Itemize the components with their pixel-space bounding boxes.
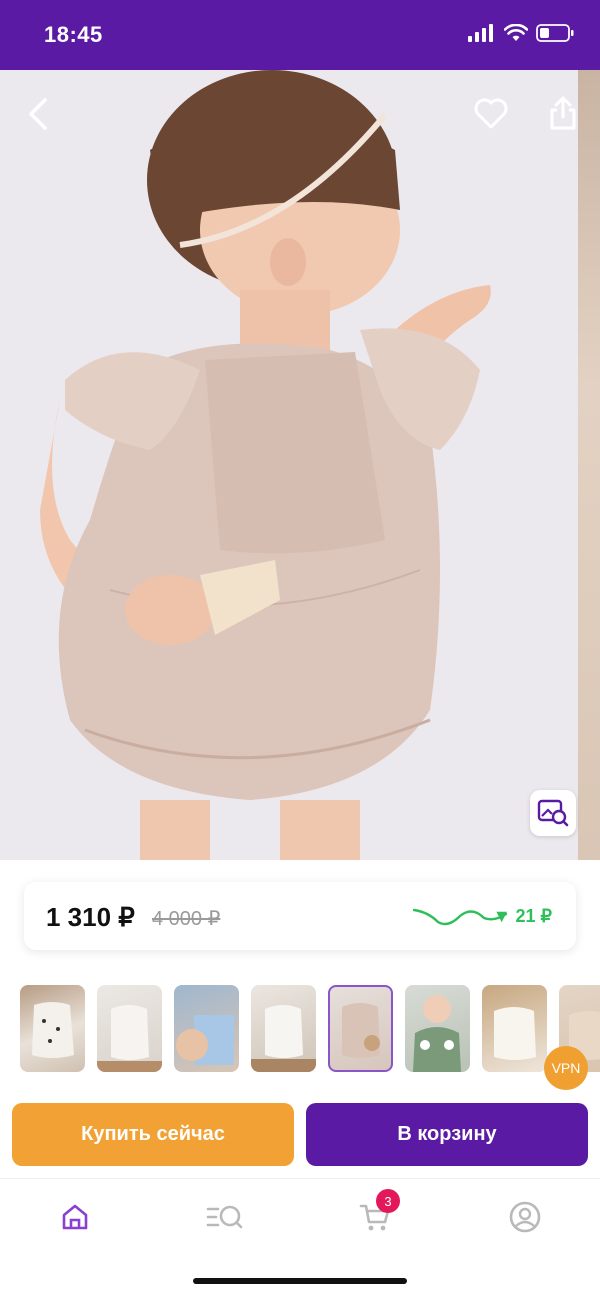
status-icons bbox=[468, 24, 574, 42]
nav-profile[interactable] bbox=[500, 1195, 550, 1239]
chevron-left-icon bbox=[29, 98, 47, 130]
signal-icon bbox=[468, 24, 493, 42]
back-button[interactable] bbox=[16, 92, 60, 136]
profile-icon bbox=[509, 1201, 541, 1233]
price-current: 1 310 ₽ bbox=[46, 902, 135, 932]
thumbnail-image bbox=[251, 1005, 316, 1072]
status-bar: 18:45 bbox=[0, 0, 600, 70]
buy-now-button[interactable]: Купить сейчас bbox=[12, 1103, 294, 1166]
thumbnail[interactable] bbox=[174, 985, 239, 1072]
battery-icon bbox=[536, 24, 574, 42]
nav-home[interactable] bbox=[50, 1195, 100, 1239]
image-search-button[interactable] bbox=[530, 790, 576, 836]
price-old: 4 000 ₽ bbox=[152, 908, 221, 930]
home-icon bbox=[62, 1204, 88, 1230]
thumbnail-strip[interactable] bbox=[20, 985, 600, 1073]
status-time: 18:45 bbox=[44, 22, 103, 47]
thumbnail[interactable] bbox=[20, 985, 85, 1072]
nav-cart[interactable]: 3 bbox=[350, 1189, 400, 1239]
catalog-search-icon bbox=[206, 1205, 243, 1229]
wifi-icon bbox=[504, 24, 528, 41]
heart-icon bbox=[474, 98, 508, 129]
next-image-peek bbox=[578, 70, 600, 860]
thumbnail[interactable] bbox=[482, 985, 547, 1072]
thumbnail-image bbox=[413, 995, 461, 1072]
thumbnail-image bbox=[342, 1003, 380, 1058]
price-trend-delta: ▼ 21 ₽ bbox=[492, 906, 552, 926]
favorite-button[interactable] bbox=[468, 92, 514, 136]
thumbnail-selected[interactable] bbox=[328, 985, 393, 1072]
add-to-cart-button[interactable]: В корзину bbox=[306, 1103, 588, 1166]
thumbnail-image bbox=[494, 1007, 536, 1060]
thumbnail[interactable] bbox=[405, 985, 470, 1072]
nav-catalog[interactable] bbox=[200, 1195, 250, 1239]
thumbnail[interactable] bbox=[97, 985, 162, 1072]
thumbnail-image bbox=[97, 1005, 162, 1072]
thumbnail[interactable] bbox=[251, 985, 316, 1072]
product-image[interactable] bbox=[0, 70, 600, 860]
thumbnail-image bbox=[176, 1015, 234, 1065]
thumbnail-image bbox=[32, 1002, 74, 1058]
share-icon bbox=[550, 96, 576, 130]
image-search-icon bbox=[537, 799, 569, 827]
price-card[interactable]: 1 310 ₽ 4 000 ₽ ▼ 21 ₽ bbox=[24, 882, 576, 950]
home-indicator[interactable] bbox=[193, 1278, 407, 1284]
product-photo bbox=[0, 70, 600, 860]
share-button[interactable] bbox=[540, 90, 586, 136]
cart-count-badge: 3 bbox=[376, 1189, 400, 1213]
vpn-badge[interactable]: VPN bbox=[544, 1046, 588, 1090]
